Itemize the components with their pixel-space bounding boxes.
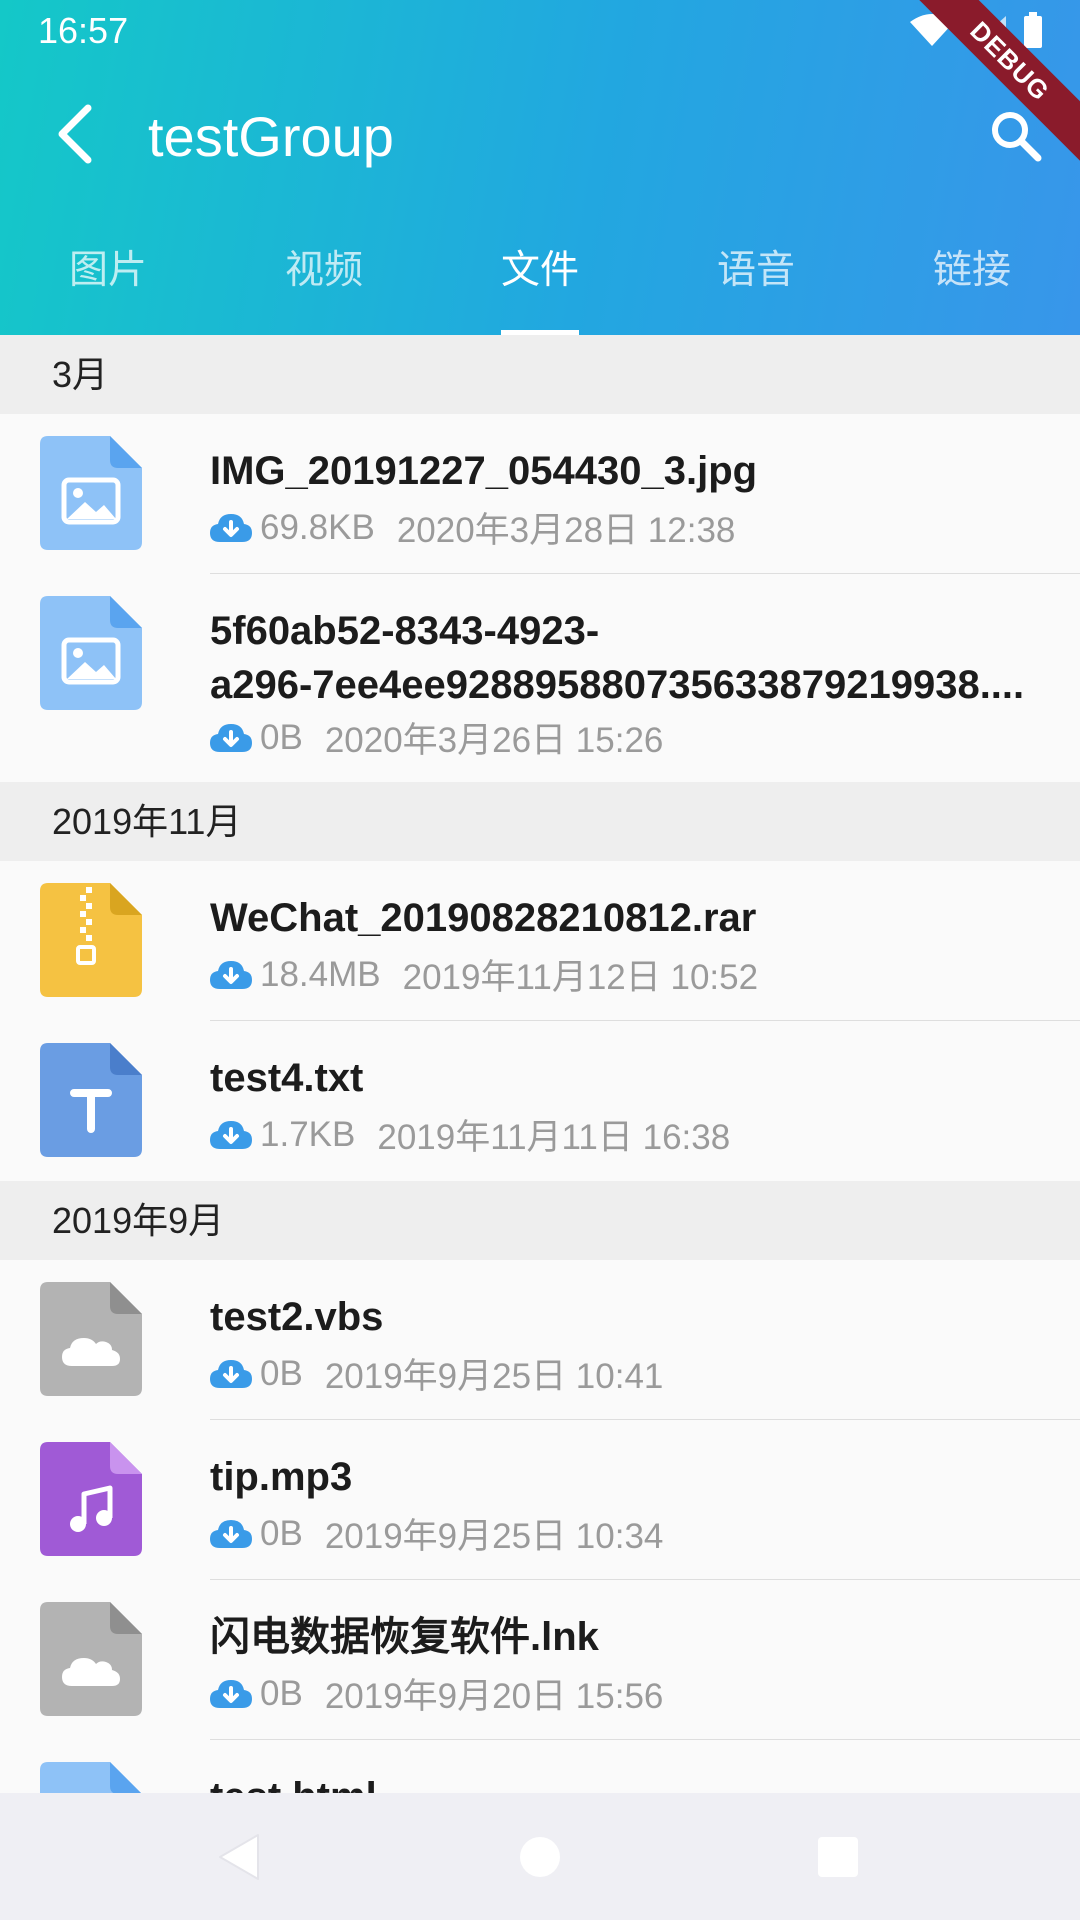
tab-voice[interactable]: 语音 (648, 236, 864, 335)
file-date: 2020年3月28日 12:38 (396, 511, 736, 550)
cloud-download-icon[interactable] (210, 1358, 252, 1390)
file-name: 5f60ab52-8343-4923- a296-7ee4ee928895880… (210, 609, 1025, 707)
file-row[interactable]: test.html (0, 1740, 1080, 1793)
tab-images[interactable]: 图片 (0, 236, 216, 335)
file-row[interactable]: IMG_20191227_054430_3.jpg 69.8KB 2020年3月… (0, 414, 1080, 574)
file-row[interactable]: WeChat_20190828210812.rar 18.4MB 2019年11… (0, 861, 1080, 1021)
tab-videos[interactable]: 视频 (216, 236, 432, 335)
system-nav-bar (0, 1793, 1080, 1920)
file-size: 0B (260, 1673, 303, 1713)
tab-files[interactable]: 文件 (432, 236, 648, 335)
file-name: 闪电数据恢复软件.lnk (210, 1615, 599, 1659)
html-file-icon (40, 1762, 141, 1793)
page-title: testGroup (148, 105, 394, 168)
file-size: 69.8KB (260, 507, 375, 547)
nav-home-icon[interactable] (514, 1831, 566, 1883)
file-size: 0B (260, 1513, 303, 1553)
unknown-file-icon (40, 1602, 142, 1716)
file-meta: 0B 2019年9月25日 10:41 (210, 1348, 663, 1399)
status-time: 16:57 (38, 10, 129, 51)
text-file-icon (40, 1043, 142, 1157)
section-header: 2019年9月 (0, 1181, 1080, 1260)
image-file-icon (40, 436, 142, 550)
file-size: 1.7KB (260, 1114, 356, 1154)
section-header: 3月 (0, 335, 1080, 414)
cloud-download-icon[interactable] (210, 722, 252, 754)
file-date: 2019年11月12日 10:52 (402, 958, 759, 997)
file-meta: 0B 2020年3月26日 15:26 (210, 712, 663, 763)
file-meta: 18.4MB 2019年11月12日 10:52 (210, 949, 758, 1000)
file-size: 0B (260, 717, 303, 757)
image-file-icon (40, 596, 142, 710)
cloud-download-icon[interactable] (210, 1518, 252, 1550)
cloud-download-icon[interactable] (210, 1678, 252, 1710)
nav-recents-icon[interactable] (812, 1831, 864, 1883)
archive-file-icon (40, 883, 142, 997)
file-meta: 0B 2019年9月25日 10:34 (210, 1508, 663, 1559)
file-meta: 69.8KB 2020年3月28日 12:38 (210, 502, 735, 553)
file-name: IMG_20191227_054430_3.jpg (210, 449, 758, 493)
cloud-download-icon[interactable] (210, 959, 252, 991)
file-row[interactable]: 闪电数据恢复软件.lnk 0B 2019年9月20日 15:56 (0, 1580, 1080, 1740)
file-name: test2.vbs (210, 1295, 384, 1339)
file-row[interactable]: test4.txt 1.7KB 2019年11月11日 16:38 (0, 1021, 1080, 1181)
section-header: 2019年11月 (0, 782, 1080, 861)
file-meta: 1.7KB 2019年11月11日 16:38 (210, 1109, 730, 1160)
file-name: test4.txt (210, 1056, 364, 1100)
search-icon[interactable] (988, 108, 1044, 164)
app-header: 16:57 DEBUG testGroup 图片 视频 文件 语音 链接 (0, 0, 1080, 335)
tab-bar: 图片 视频 文件 语音 链接 (0, 236, 1080, 335)
cloud-download-icon[interactable] (210, 1119, 252, 1151)
cloud-download-icon[interactable] (210, 512, 252, 544)
file-name: WeChat_20190828210812.rar (210, 896, 757, 940)
file-date: 2019年9月20日 15:56 (324, 1677, 664, 1716)
audio-file-icon (40, 1442, 142, 1556)
file-name: tip.mp3 (210, 1455, 353, 1499)
file-date: 2020年3月26日 15:26 (324, 721, 664, 760)
file-row[interactable]: 5f60ab52-8343-4923- a296-7ee4ee928895880… (0, 574, 1080, 782)
back-arrow-icon[interactable] (48, 102, 104, 166)
file-size: 18.4MB (260, 954, 381, 994)
file-meta: 0B 2019年9月20日 15:56 (210, 1668, 663, 1719)
file-size: 0B (260, 1353, 303, 1393)
file-name: test.html (210, 1770, 1052, 1793)
nav-back-icon[interactable] (214, 1831, 266, 1883)
file-row[interactable]: test2.vbs 0B 2019年9月25日 10:41 (0, 1260, 1080, 1420)
unknown-file-icon (40, 1282, 142, 1396)
battery-icon (1024, 16, 1042, 48)
file-date: 2019年11月11日 16:38 (377, 1118, 731, 1157)
file-list[interactable]: 3月 IMG_20191227_054430_3.jpg 69.8KB 2020… (0, 335, 1080, 1793)
tab-links[interactable]: 链接 (864, 236, 1080, 335)
file-row[interactable]: tip.mp3 0B 2019年9月25日 10:34 (0, 1420, 1080, 1580)
file-date: 2019年9月25日 10:41 (324, 1357, 664, 1396)
file-date: 2019年9月25日 10:34 (324, 1517, 664, 1556)
